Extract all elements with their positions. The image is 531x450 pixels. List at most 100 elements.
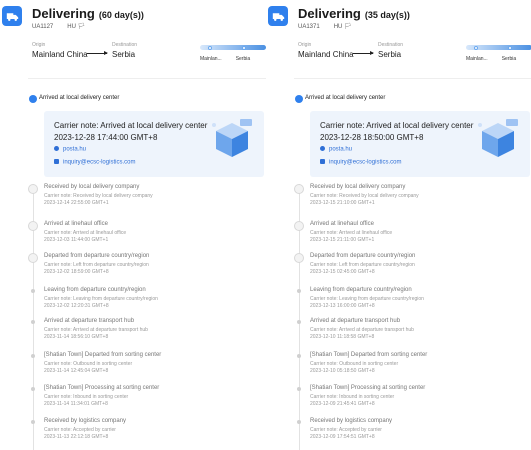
destination-label: Destination (378, 42, 404, 48)
event-time: 2023-12-10 05:18:50 GMT+8 (310, 368, 375, 374)
tracking-info: UA1127 HU 🏳 (32, 23, 85, 30)
origin-value: Mainland China (298, 50, 354, 59)
current-event: Arrived at local delivery center (29, 95, 120, 103)
shipment-panel: Delivering (35 day(s)) UA1371 HU 🏳 Origin … (266, 0, 531, 450)
carrier-email-link[interactable]: inquiry@ecsc-logistics.com (54, 159, 135, 166)
destination-label: Destination (112, 42, 138, 48)
event-time: 2023-12-15 21:10:00 GMT+1 (310, 200, 375, 206)
shipment-status: Delivering (60 day(s)) (32, 6, 144, 21)
region-label: HU 🏳 (333, 24, 352, 30)
event-time: 2023-12-10 11:18:58 GMT+8 (310, 334, 375, 340)
event-note: Carrier note: Arrived at linehaul office (310, 230, 393, 236)
timeline-dot-icon (28, 221, 38, 231)
event-note: Carrier note: Accepted by carrier (310, 427, 382, 433)
event-title: Received by logistics company (310, 418, 393, 424)
event-time: 2023-12-03 11:44:00 GMT+1 (44, 237, 109, 243)
origin-label: Origin (32, 42, 46, 48)
event-title: Departed from departure country/region (44, 253, 150, 259)
event-note: Carrier note: Outbound in sorting center (44, 361, 133, 367)
destination-value: Serbia (378, 50, 402, 59)
timeline-dot-icon (294, 184, 304, 194)
event-time: 2023-12-02 18:59:00 GMT+8 (44, 269, 109, 275)
globe-icon (54, 146, 59, 151)
event-title: Leaving from departure country/region (310, 287, 412, 293)
carrier-note: Carrier note: Arrived at local delivery … (320, 121, 474, 130)
tracking-info: UA1371 HU 🏳 (298, 23, 352, 30)
event-note: Carrier note: Inbound in sorting center (44, 394, 129, 400)
event-title: [Shatian Town] Processing at sorting cen… (310, 385, 426, 391)
carrier-note: Carrier note: Arrived at local delivery … (54, 121, 208, 130)
event-time: 2023-12-14 22:55:00 GMT+1 (44, 200, 109, 206)
event-note: Carrier note: Left from departure countr… (44, 262, 149, 268)
event-note: Carrier note: Leaving from departure cou… (44, 296, 158, 302)
event-note: Carrier note: Arrived at departure trans… (310, 327, 414, 333)
event-note: Carrier note: Accepted by carrier (44, 427, 116, 433)
arrow-right-icon (353, 51, 374, 55)
event-title: Arrived at departure transport hub (310, 318, 401, 324)
timeline-dot-icon (294, 221, 304, 231)
timeline-dot-icon (294, 253, 304, 263)
timeline-dot-icon (28, 184, 38, 194)
event-time: 2023-12-02 12:20:31 GMT+8 (44, 303, 109, 309)
timeline-dot-icon (31, 387, 35, 391)
timeline-dot-icon (31, 420, 35, 424)
event-time: 2023-11-14 12:45:04 GMT+8 (44, 368, 109, 374)
event-note: Carrier note: Leaving from departure cou… (310, 296, 424, 302)
route-progress-bar (200, 45, 266, 51)
tracking-number[interactable]: UA1127 (32, 24, 53, 30)
event-title: [Shatian Town] Processing at sorting cen… (44, 385, 160, 391)
event-time: 2023-11-14 18:56:10 GMT+8 (44, 334, 109, 340)
delivery-status-icon (29, 95, 37, 103)
event-time: 2023-12-28 17:44:00 GMT+8 (54, 133, 158, 142)
event-title: Departed from departure country/region (310, 253, 416, 259)
timeline-dot-icon (297, 320, 301, 324)
carrier-website-link[interactable]: posta.hu (54, 146, 86, 153)
arrow-right-icon (87, 51, 108, 55)
event-note: Carrier note: Outbound in sorting center (310, 361, 399, 367)
timeline-dot-icon (31, 320, 35, 324)
shipment-panel: Delivering (60 day(s)) UA1127 HU 🏳 Origin … (0, 0, 266, 450)
event-title: [Shatian Town] Departed from sorting cen… (44, 352, 162, 358)
latest-event-card: Carrier note: Arrived at local delivery … (310, 111, 530, 177)
carrier-email-link[interactable]: inquiry@ecsc-logistics.com (320, 159, 401, 166)
event-title: Arrived at linehaul office (44, 221, 108, 227)
truck-icon (2, 6, 22, 26)
route-progress-bar (466, 45, 531, 51)
days-in-transit: (35 day(s)) (364, 10, 410, 20)
current-event-title: Arrived at local delivery center (39, 95, 120, 101)
region-label: HU 🏳 (67, 24, 86, 30)
event-title: Received by logistics company (44, 418, 127, 424)
globe-icon (320, 146, 325, 151)
carrier-website-link[interactable]: posta.hu (320, 146, 352, 153)
event-title: Leaving from departure country/region (44, 287, 146, 293)
shipment-status: Delivering (35 day(s)) (298, 6, 410, 21)
latest-event-card: Carrier note: Arrived at local delivery … (44, 111, 264, 177)
event-time: 2023-12-09 21:45:41 GMT+8 (310, 401, 375, 407)
current-event: Arrived at local delivery center (295, 95, 386, 103)
route: Origin Mainland China Destination Serbia (298, 42, 418, 66)
timeline-dot-icon (31, 289, 35, 293)
timeline-dot-icon (297, 354, 301, 358)
current-event-title: Arrived at local delivery center (305, 95, 386, 101)
route: Origin Mainland China Destination Serbia (32, 42, 152, 66)
tracking-number[interactable]: UA1371 (298, 24, 320, 30)
divider (294, 78, 531, 79)
divider (28, 78, 266, 79)
event-time: 2023-12-09 17:54:51 GMT+8 (310, 434, 375, 440)
event-note: Carrier note: Arrived at departure trans… (44, 327, 148, 333)
timeline-dot-icon (297, 420, 301, 424)
event-title: [Shatian Town] Departed from sorting cen… (310, 352, 428, 358)
timeline-dot-icon (297, 289, 301, 293)
event-time: 2023-12-15 21:11:00 GMT+1 (310, 237, 375, 243)
event-time: 2023-12-13 16:00:00 GMT+8 (310, 303, 375, 309)
truck-icon (268, 6, 288, 26)
timeline-dot-icon (28, 253, 38, 263)
event-note: Carrier note: Arrived at linehaul office (44, 230, 127, 236)
event-note: Carrier note: Received by local delivery… (310, 193, 419, 199)
event-note: Carrier note: Left from departure countr… (310, 262, 415, 268)
event-title: Received by local delivery company (44, 184, 140, 190)
origin-value: Mainland China (32, 50, 88, 59)
event-title: Arrived at departure transport hub (44, 318, 135, 324)
days-in-transit: (60 day(s)) (98, 10, 144, 20)
progress-labels: Mainlan... Serbia (466, 56, 517, 62)
